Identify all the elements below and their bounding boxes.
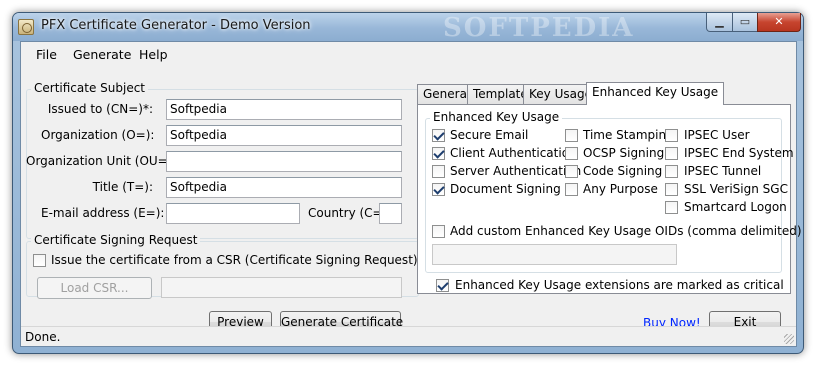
server-authentication-checkbox[interactable]	[432, 165, 445, 178]
load-csr-button[interactable]: Load CSR...	[37, 277, 152, 299]
app-window: PFX Certificate Generator - Demo Version…	[12, 12, 804, 354]
any-purpose-label[interactable]: Any Purpose	[583, 182, 658, 196]
ipsec-end-system-label[interactable]: IPSEC End System	[684, 146, 794, 160]
email-label: E-mail address (E=):	[41, 206, 165, 220]
title-bar[interactable]: PFX Certificate Generator - Demo Version…	[13, 13, 803, 43]
critical-checkbox[interactable]	[436, 279, 449, 292]
title-label: Title (T=):	[92, 180, 153, 194]
status-bar: Done.	[21, 326, 796, 346]
ipsec-user-label[interactable]: IPSEC User	[684, 128, 750, 142]
client-authentication-checkbox[interactable]	[432, 147, 445, 160]
client-authentication-label[interactable]: Client Authentication	[450, 146, 577, 160]
time-stamping-checkbox[interactable]	[565, 129, 578, 142]
menu-help[interactable]: Help	[139, 47, 168, 62]
ssl-verisign-sgc-label[interactable]: SSL VeriSign SGC	[684, 182, 788, 196]
csr-checkbox[interactable]	[33, 254, 46, 267]
client-area: File Generate Help Certificate Subject I…	[20, 41, 802, 347]
maximize-button[interactable]: ▭	[732, 13, 758, 32]
org-unit-input[interactable]	[166, 151, 402, 172]
csr-group-title: Certificate Signing Request	[31, 233, 201, 247]
ssl-verisign-sgc-checkbox[interactable]	[665, 183, 678, 196]
ocsp-signing-label[interactable]: OCSP Signing	[583, 146, 664, 160]
email-input[interactable]	[166, 203, 300, 224]
ocsp-signing-checkbox[interactable]	[565, 147, 578, 160]
smartcard-logon-label[interactable]: Smartcard Logon	[684, 200, 787, 214]
issued-to-label: Issued to (CN=)*:	[47, 102, 153, 116]
menu-file[interactable]: File	[36, 47, 57, 62]
custom-oid-input[interactable]	[432, 244, 677, 265]
tab-enhanced-key-usage[interactable]: Enhanced Key Usage	[586, 82, 725, 105]
organization-input[interactable]: Softpedia	[166, 125, 402, 146]
certificate-icon	[18, 19, 34, 35]
enhanced-key-usage-panel: Enhanced Key Usage Secure Email Client A…	[417, 104, 802, 294]
any-purpose-checkbox[interactable]	[565, 183, 578, 196]
ipsec-end-system-checkbox[interactable]	[665, 147, 678, 160]
maximize-icon: ▭	[739, 15, 751, 28]
ipsec-tunnel-checkbox[interactable]	[665, 165, 678, 178]
issued-to-input[interactable]: Softpedia	[166, 99, 402, 120]
organization-label: Organization (O=):	[41, 128, 155, 142]
csr-path-input[interactable]	[161, 277, 402, 298]
ipsec-user-checkbox[interactable]	[665, 129, 678, 142]
title-input[interactable]: Softpedia	[166, 177, 402, 198]
csr-checkbox-label[interactable]: Issue the certificate from a CSR (Certif…	[51, 253, 440, 267]
eku-group-title: Enhanced Key Usage	[430, 110, 563, 124]
time-stamping-label[interactable]: Time Stamping	[583, 128, 674, 142]
document-signing-label[interactable]: Document Signing	[450, 182, 561, 196]
document-signing-checkbox[interactable]	[432, 183, 445, 196]
org-unit-label: Organization Unit (OU=):	[26, 154, 177, 168]
critical-label[interactable]: Enhanced Key Usage extensions are marked…	[455, 278, 784, 292]
custom-oid-checkbox[interactable]	[432, 225, 445, 238]
menu-generate[interactable]: Generate	[73, 47, 131, 62]
close-icon: ✕	[774, 15, 784, 28]
secure-email-label[interactable]: Secure Email	[450, 128, 528, 142]
minimize-button[interactable]: ▁	[706, 13, 733, 32]
code-signing-label[interactable]: Code Signing	[583, 164, 662, 178]
code-signing-checkbox[interactable]	[565, 165, 578, 178]
smartcard-logon-checkbox[interactable]	[665, 201, 678, 214]
status-text: Done.	[25, 330, 61, 344]
minimize-icon: ▁	[715, 15, 724, 28]
ipsec-tunnel-label[interactable]: IPSEC Tunnel	[684, 164, 761, 178]
secure-email-checkbox[interactable]	[432, 129, 445, 142]
country-input[interactable]	[379, 203, 402, 224]
watermark-logo: SOFTPEDIA	[443, 13, 635, 43]
custom-oid-label[interactable]: Add custom Enhanced Key Usage OIDs (comm…	[450, 224, 802, 238]
close-button[interactable]: ✕	[757, 13, 801, 32]
window-title: PFX Certificate Generator - Demo Version	[41, 18, 311, 33]
resize-grip-icon[interactable]	[784, 334, 794, 344]
certificate-subject-title: Certificate Subject	[31, 81, 149, 95]
menu-bar: File Generate Help	[21, 42, 796, 66]
server-authentication-label[interactable]: Server Authentication	[450, 164, 581, 178]
